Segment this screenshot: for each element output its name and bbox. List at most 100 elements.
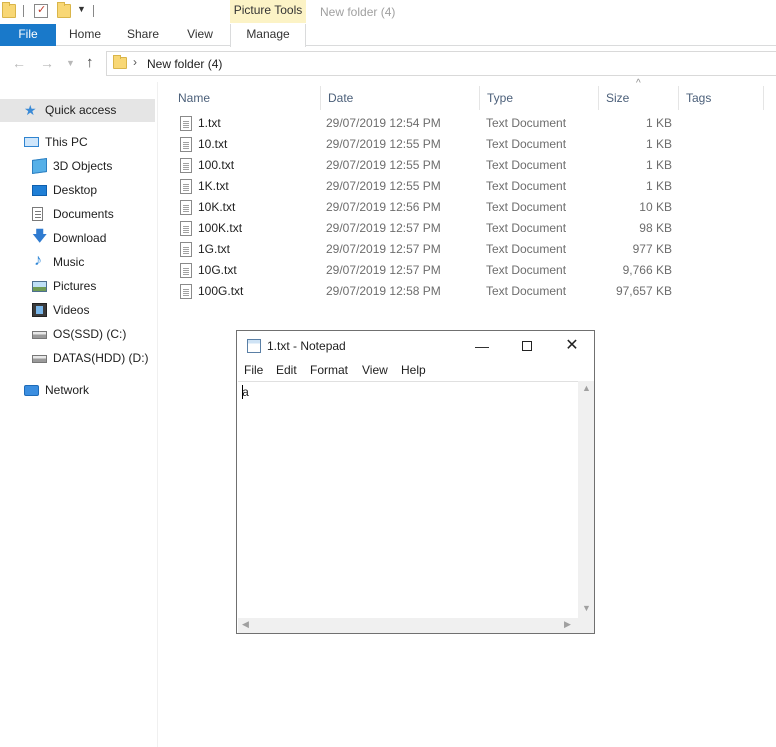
recent-locations-icon[interactable]: ▼ [66,58,75,68]
address-path[interactable]: New folder (4) [147,57,222,71]
maximize-icon[interactable] [515,335,539,357]
file-row[interactable]: 100.txt 29/07/2019 12:55 PM Text Documen… [158,155,678,176]
tab-share[interactable]: Share [120,24,166,46]
file-row[interactable]: 1K.txt 29/07/2019 12:55 PM Text Document… [158,176,678,197]
forward-arrow-icon[interactable]: → [40,55,54,71]
folder-icon[interactable] [2,2,16,18]
customize-toolbar-icon[interactable]: ▼ [77,4,86,14]
horizontal-scrollbar[interactable]: ◀ ▶ [238,618,578,633]
window-title: New folder (4) [320,5,396,19]
file-row[interactable]: 10K.txt 29/07/2019 12:56 PM Text Documen… [158,197,678,218]
close-icon[interactable]: ✕ [560,335,584,357]
scroll-right-icon[interactable]: ▶ [564,619,571,630]
menu-edit[interactable]: Edit [276,363,297,377]
drive-icon [32,331,47,339]
file-type: Text Document [486,263,567,277]
notepad-window[interactable]: 1.txt - Notepad — ✕ File Edit Format Vie… [236,330,595,634]
file-date: 29/07/2019 12:55 PM [326,158,441,172]
nav-label: OS(SSD) (C:) [53,327,127,341]
file-type: Text Document [486,137,567,151]
back-arrow-icon[interactable]: ← [12,55,26,71]
file-row[interactable]: 100K.txt 29/07/2019 12:57 PM Text Docume… [158,218,678,239]
ribbon-tabs: File Home Share View Manage [0,24,776,47]
file-row[interactable]: 10G.txt 29/07/2019 12:57 PM Text Documen… [158,260,678,281]
file-row[interactable]: 1G.txt 29/07/2019 12:57 PM Text Document… [158,239,678,260]
file-type: Text Document [486,158,567,172]
file-size: 977 KB [632,242,672,256]
up-arrow-icon[interactable]: ↑ [86,54,94,71]
notepad-content: a [242,386,250,400]
tab-file[interactable]: File [0,24,56,46]
sort-ascending-icon: ^ [636,78,641,89]
file-name: 1.txt [198,116,221,130]
file-date: 29/07/2019 12:57 PM [326,263,441,277]
text-file-icon [180,179,192,194]
column-header-type[interactable]: Type [481,86,599,110]
picture-tools-context-label: Picture Tools [230,0,306,23]
file-name: 100G.txt [198,284,244,298]
notepad-icon [247,339,261,353]
column-header-size[interactable]: Size [600,86,679,110]
file-size: 1 KB [645,158,672,172]
folder-icon [113,55,127,69]
vertical-scrollbar[interactable]: ▲ ▼ [578,381,594,618]
file-size: 1 KB [645,179,672,193]
tab-home[interactable]: Home [62,24,108,46]
file-row[interactable]: 10.txt 29/07/2019 12:55 PM Text Document… [158,134,678,155]
file-date: 29/07/2019 12:56 PM [326,200,441,214]
file-type: Text Document [486,200,567,214]
menu-file[interactable]: File [244,363,263,377]
file-size: 10 KB [639,200,672,214]
scroll-left-icon[interactable]: ◀ [242,619,249,630]
file-size: 98 KB [639,221,672,235]
file-row[interactable]: 1.txt 29/07/2019 12:54 PM Text Document … [158,113,678,134]
text-file-icon [180,200,192,215]
text-file-icon [180,284,192,299]
notepad-title-bar[interactable]: 1.txt - Notepad — ✕ [237,331,594,361]
text-file-icon [180,263,192,278]
menu-view[interactable]: View [362,363,388,377]
file-name: 100.txt [198,158,235,172]
notepad-menu-bar: File Edit Format View Help [237,361,594,381]
scroll-up-icon[interactable]: ▲ [582,383,591,393]
nav-label: 3D Objects [53,159,113,173]
properties-icon[interactable] [34,3,48,18]
chevron-right-icon[interactable]: › [133,55,137,69]
file-size: 1 KB [645,116,672,130]
column-header-tags[interactable]: Tags [680,86,764,110]
text-file-icon [180,116,192,131]
file-name: 10G.txt [198,263,237,277]
notepad-text-area[interactable]: a [238,381,579,618]
file-name: 100K.txt [198,221,243,235]
text-file-icon [180,137,192,152]
tab-view[interactable]: View [178,24,222,46]
tab-manage[interactable]: Manage [230,24,306,47]
file-name: 10.txt [198,137,228,151]
file-row[interactable]: 100G.txt 29/07/2019 12:58 PM Text Docume… [158,281,678,302]
column-header-name[interactable]: Name [172,86,321,110]
minimize-icon[interactable]: — [470,335,494,357]
new-folder-icon[interactable] [57,2,71,18]
toolbar-separator [23,5,24,17]
nav-label: Desktop [53,183,98,197]
nav-label: DATAS(HDD) (D:) [53,351,149,365]
file-name: 1K.txt [198,179,229,193]
music-note-icon [32,250,47,272]
nav-label: Documents [53,207,114,221]
file-date: 29/07/2019 12:54 PM [326,116,441,130]
address-bar[interactable]: › New folder (4) [106,51,776,76]
column-header-date[interactable]: Date [322,86,480,110]
nav-label: This PC [45,135,88,149]
nav-label: Download [53,231,107,245]
file-size: 97,657 KB [615,284,672,298]
scroll-down-icon[interactable]: ▼ [582,603,591,613]
file-type: Text Document [486,284,567,298]
nav-label: Quick access [45,103,117,117]
navigation-bar: ← → ▼ ↑ › New folder (4) [0,46,776,82]
menu-help[interactable]: Help [401,363,426,377]
file-name: 10K.txt [198,200,236,214]
notepad-title: 1.txt - Notepad [267,339,346,353]
menu-format[interactable]: Format [310,363,348,377]
toolbar-separator [93,5,94,17]
picture-icon [32,281,47,292]
